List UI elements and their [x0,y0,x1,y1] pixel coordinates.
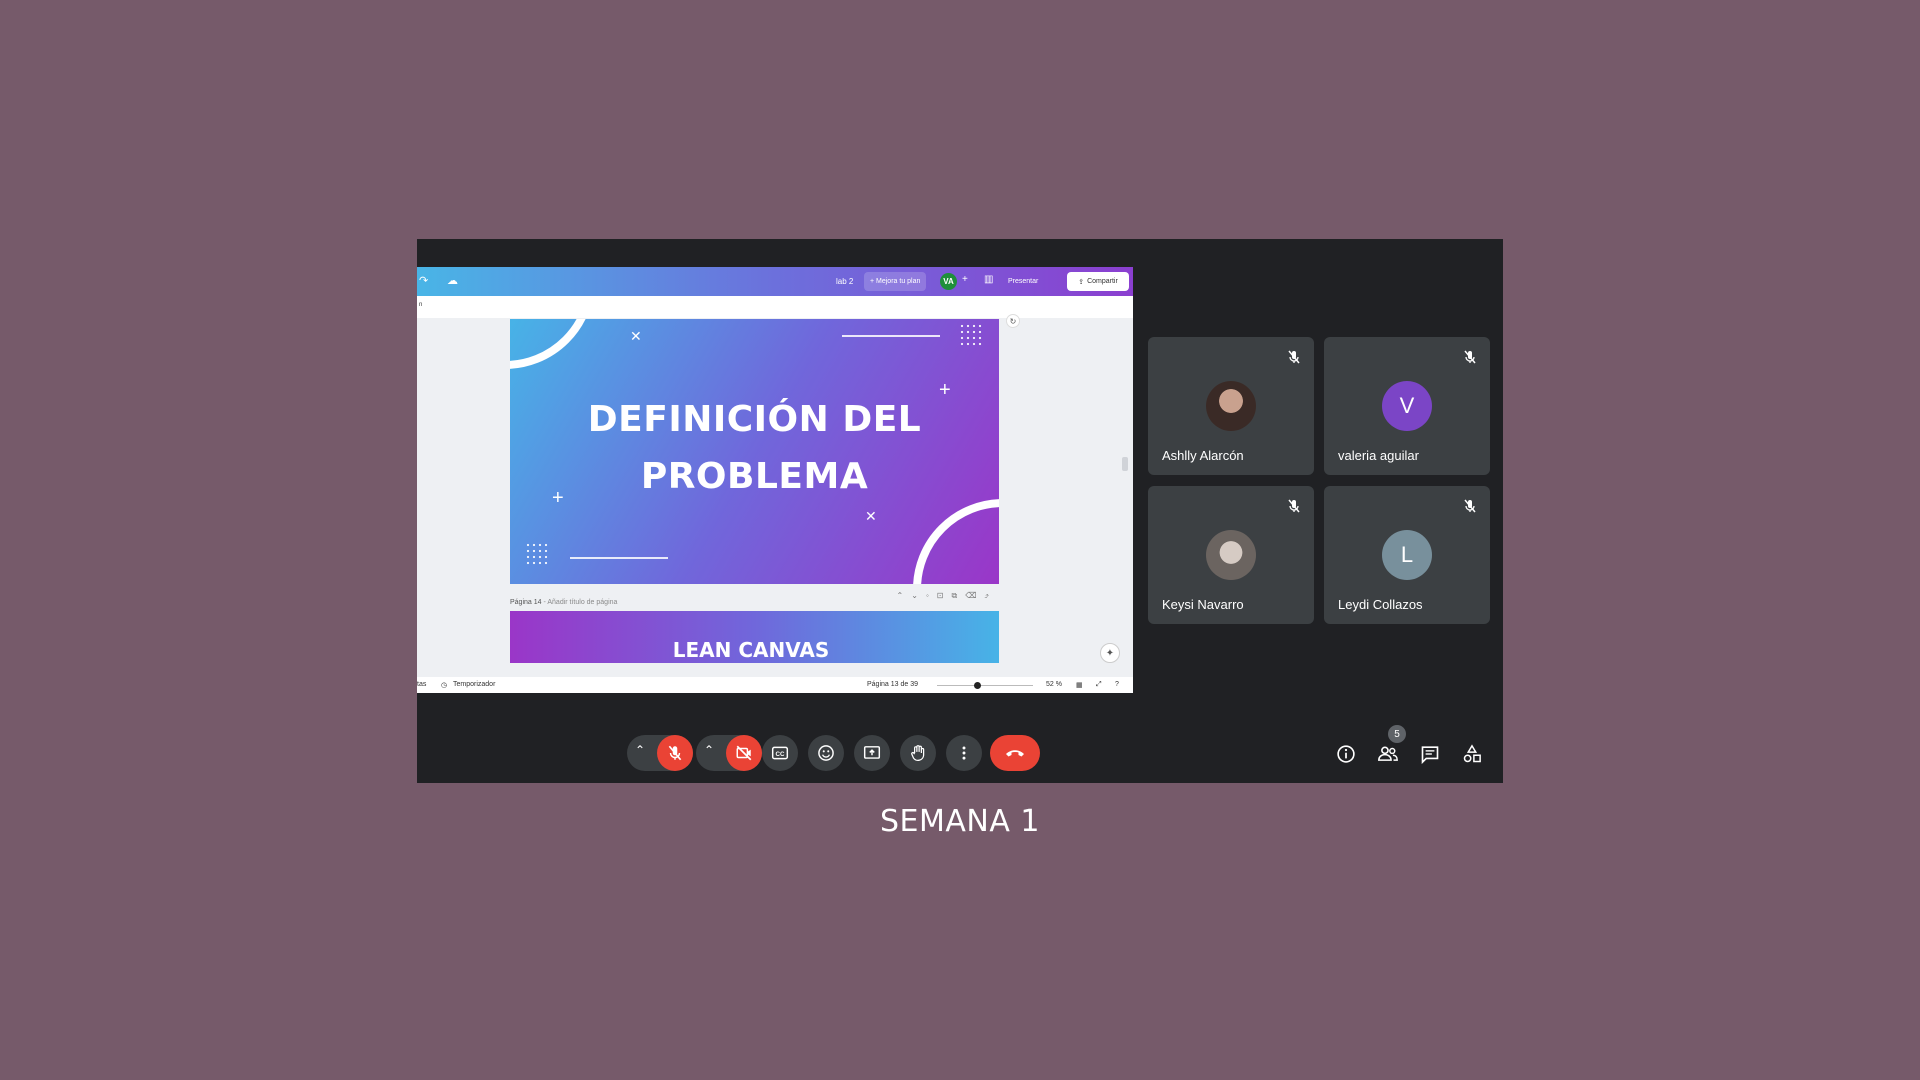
participants-count-badge: 5 [1388,725,1406,743]
slide-title-line-1: DEFINICIÓN DEL [587,399,922,440]
reactions-button[interactable] [808,735,844,771]
canva-footer: tas ◷ Temporizador Página 13 de 39 52 % … [417,677,1133,693]
participant-name: valeria aguilar [1338,448,1419,463]
slide-caption: SEMANA 1 [880,804,1040,839]
chat-icon [1421,746,1439,764]
scrollbar[interactable] [1122,457,1128,471]
avatar: V [1382,381,1432,431]
more-options-button[interactable] [946,735,982,771]
info-icon [1337,745,1355,763]
dot-grid-decoration [525,542,549,566]
zoom-slider-knob[interactable] [974,682,981,689]
camera-toggle-button[interactable] [726,735,762,771]
x-mark-decoration: ✕ [865,508,877,524]
avatar [1206,530,1256,580]
participant-tile[interactable]: Ashlly Alarcón [1148,337,1314,475]
meeting-details-button[interactable] [1334,742,1358,766]
present-button[interactable]: Presentar [1002,272,1044,291]
next-page-label: Página 14 [510,599,542,606]
sub-bar-text: n [419,302,423,308]
slide-arc-decoration [913,499,999,584]
share-label: Compartir [1087,278,1118,285]
add-user-icon[interactable]: + [962,274,968,285]
mic-toggle-button[interactable] [657,735,693,771]
shared-screen: ↷ ☁ lab 2 + Mejora tu plan VA + ▥ Presen… [417,267,1133,693]
upgrade-button[interactable]: + Mejora tu plan [864,272,927,291]
participants-button[interactable] [1376,742,1400,766]
x-mark-decoration: ✕ [630,328,642,344]
next-slide[interactable]: LEAN CANVAS [510,611,999,663]
slide-arc-decoration [510,319,595,369]
captions-icon: CC [771,746,789,760]
camera-options-caret-icon[interactable]: ⌃ [704,743,714,757]
camera-off-icon [736,745,752,761]
next-page-header: Página 14 - Añadir título de página ⌃⌄◦⊡… [510,591,999,606]
mic-off-icon [1464,350,1476,364]
cloud-icon[interactable]: ☁ [447,274,458,287]
emoji-icon [818,745,834,761]
analytics-icon[interactable]: ▥ [984,274,993,285]
slide-title: DEFINICIÓN DEL PROBLEMA [510,391,999,505]
mic-control: ⌃ [627,735,693,771]
zoom-slider-track[interactable] [937,685,1033,686]
refresh-icon[interactable]: ↻ [1006,314,1020,328]
hand-icon [911,745,925,761]
slide-line-decoration [842,335,940,337]
canva-top-bar: ↷ ☁ lab 2 + Mejora tu plan VA + ▥ Presen… [417,267,1133,296]
present-screen-button[interactable] [854,735,890,771]
slide-title-line-2: PROBLEMA [640,456,869,497]
meet-window: ↷ ☁ lab 2 + Mejora tu plan VA + ▥ Presen… [417,239,1503,783]
page-indicator: Página 13 de 39 [867,681,918,688]
mic-off-icon [1288,350,1300,364]
timer-label[interactable]: Temporizador [453,681,495,688]
participant-tile[interactable]: L Leydi Collazos [1324,486,1490,624]
help-icon[interactable]: ? [1115,681,1119,688]
redo-icon[interactable]: ↷ [419,274,428,287]
raise-hand-button[interactable] [900,735,936,771]
more-vert-icon [962,746,966,760]
svg-text:CC: CC [776,751,785,758]
grid-view-icon[interactable]: ▦ [1076,681,1083,689]
canva-sub-bar: n [417,296,1133,318]
fullscreen-icon[interactable]: ⤢ [1096,681,1102,689]
share-button[interactable]: ⇪ Compartir [1067,272,1129,291]
leave-call-button[interactable] [990,735,1040,771]
captions-button[interactable]: CC [762,735,798,771]
timer-icon: ◷ [441,682,448,689]
participant-name: Keysi Navarro [1162,597,1244,612]
avatar [1206,381,1256,431]
doc-name[interactable]: lab 2 [836,277,853,286]
dot-grid-decoration [959,323,983,347]
hang-up-icon [1006,750,1024,757]
participant-tile[interactable]: V valeria aguilar [1324,337,1490,475]
avatar: L [1382,530,1432,580]
notes-label[interactable]: tas [417,681,426,688]
mic-off-icon [668,745,682,761]
mic-options-caret-icon[interactable]: ⌃ [635,743,645,757]
people-icon [1378,746,1398,761]
present-screen-icon [863,746,881,759]
camera-control: ⌃ [696,735,762,771]
zoom-level[interactable]: 52 % [1046,681,1062,688]
participant-name: Leydi Collazos [1338,597,1423,612]
current-slide[interactable]: ✕ ✕ + + DEFINICIÓN DEL PROBLEMA [510,319,999,584]
mic-off-icon [1288,499,1300,513]
share-icon: ⇪ [1078,278,1085,286]
mic-off-icon [1464,499,1476,513]
user-avatar[interactable]: VA [940,273,957,290]
magic-assistant-icon[interactable]: ✦ [1100,643,1120,663]
chat-button[interactable] [1418,742,1442,766]
participant-name: Ashlly Alarcón [1162,448,1244,463]
participant-tile[interactable]: Keysi Navarro [1148,486,1314,624]
activities-button[interactable] [1460,742,1484,766]
activities-icon [1463,744,1481,763]
slide-line-decoration [570,557,668,559]
next-slide-title: LEAN CANVAS [672,638,830,662]
next-page-hint[interactable]: - Añadir título de página [542,599,617,606]
page-tools[interactable]: ⌃⌄◦⊡⧉⌫⤴ [897,591,997,601]
